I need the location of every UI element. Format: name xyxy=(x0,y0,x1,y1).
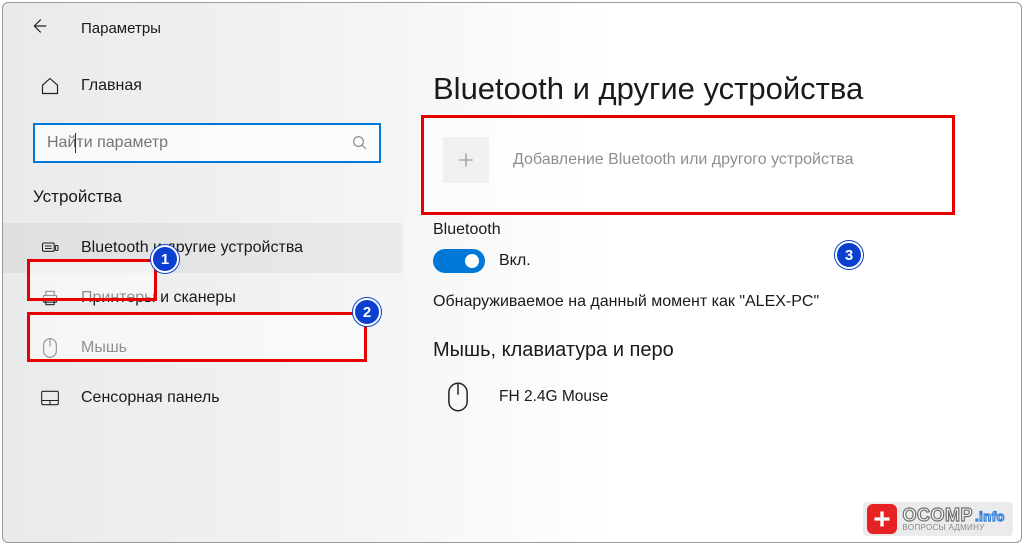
sidebar-home[interactable]: Главная xyxy=(3,67,403,105)
watermark-text-top: OCOMP.info xyxy=(903,506,1005,524)
mouse-icon xyxy=(39,337,61,359)
search-icon[interactable] xyxy=(351,134,369,152)
sidebar-item-label: Мышь xyxy=(81,339,127,357)
text-caret xyxy=(75,133,76,153)
sidebar-item-touchpad[interactable]: Сенсорная панель xyxy=(3,373,403,423)
add-device-label: Добавление Bluetooth или другого устройс… xyxy=(513,151,854,169)
search-wrap xyxy=(33,123,381,163)
device-name: FH 2.4G Mouse xyxy=(499,388,608,406)
bluetooth-subheading: Bluetooth xyxy=(433,221,991,239)
sidebar-item-printers[interactable]: Принтеры и сканеры xyxy=(3,273,403,323)
sidebar-item-label: Bluetooth и другие устройства xyxy=(81,239,303,257)
page-heading: Bluetooth и другие устройства xyxy=(433,71,991,107)
nav-list: Bluetooth и другие устройства Принтеры и… xyxy=(3,217,403,423)
sidebar-item-mouse[interactable]: Мышь xyxy=(3,323,403,373)
title-bar: Параметры xyxy=(3,3,1021,49)
touchpad-icon xyxy=(39,387,61,409)
device-row[interactable]: FH 2.4G Mouse xyxy=(433,374,991,420)
plus-icon xyxy=(443,137,489,183)
sidebar-home-label: Главная xyxy=(81,77,142,95)
printer-icon xyxy=(39,287,61,309)
annotation-badge-2: 2 xyxy=(353,298,381,326)
app-title: Параметры xyxy=(81,20,161,37)
watermark: OCOMP.info ВОПРОСЫ АДМИНУ xyxy=(863,502,1013,536)
settings-window: Параметры Главная Устройства xyxy=(2,2,1022,543)
devices-icon xyxy=(39,237,61,259)
sidebar: Главная Устройства Bluetooth и другие ус… xyxy=(3,49,403,543)
main-panel: Bluetooth и другие устройства Добавление… xyxy=(403,49,1021,543)
watermark-text-bottom: ВОПРОСЫ АДМИНУ xyxy=(903,524,1005,532)
sidebar-item-label: Сенсорная панель xyxy=(81,389,220,407)
toggle-state-label: Вкл. xyxy=(499,252,531,270)
sidebar-item-bluetooth[interactable]: Bluetooth и другие устройства xyxy=(3,223,403,273)
home-icon xyxy=(39,75,61,97)
section-heading: Мышь, клавиатура и перо xyxy=(433,339,991,362)
discoverable-status: Обнаруживаемое на данный момент как "ALE… xyxy=(433,293,991,311)
annotation-badge-3: 3 xyxy=(835,241,863,269)
bluetooth-toggle-row: Вкл. xyxy=(433,249,991,273)
toggle-knob xyxy=(465,254,479,268)
sidebar-item-label: Принтеры и сканеры xyxy=(81,289,236,307)
add-device-button[interactable]: Добавление Bluetooth или другого устройс… xyxy=(433,127,991,193)
back-arrow-icon[interactable] xyxy=(27,15,49,41)
mouse-device-icon xyxy=(441,380,475,414)
annotation-badge-1: 1 xyxy=(151,245,179,273)
content-area: Главная Устройства Bluetooth и другие ус… xyxy=(3,49,1021,543)
search-input[interactable] xyxy=(33,123,381,163)
bluetooth-toggle[interactable] xyxy=(433,249,485,273)
watermark-cross-icon xyxy=(867,504,897,534)
sidebar-category-label: Устройства xyxy=(3,177,403,217)
